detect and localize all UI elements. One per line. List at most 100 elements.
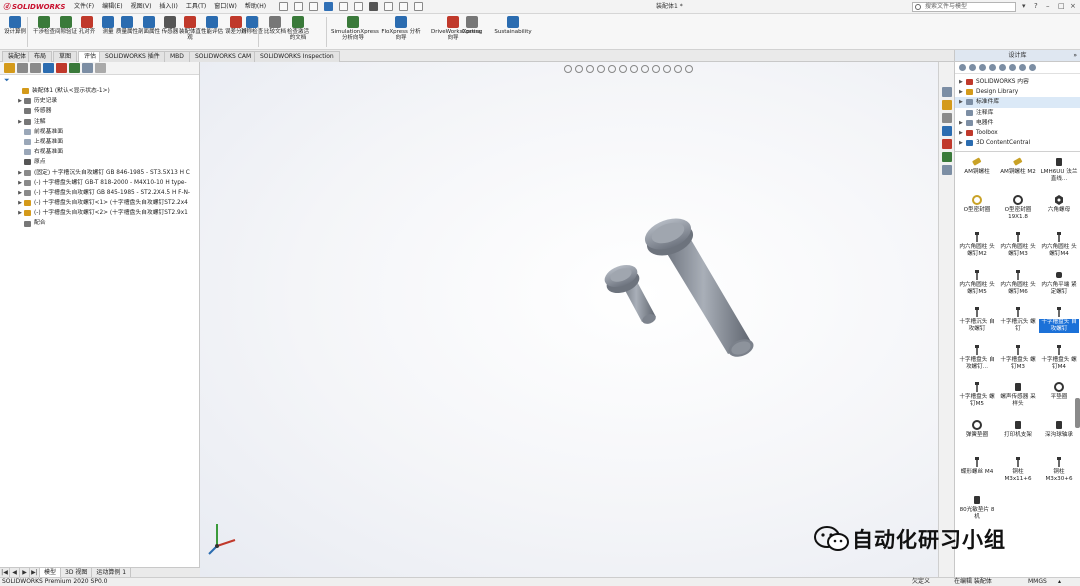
- tree-item[interactable]: 上视基准面: [0, 137, 199, 147]
- library-part-item[interactable]: 十字槽盘头 螺钉M3: [998, 344, 1038, 371]
- library-part-item[interactable]: 十字槽盘头 自攻螺钉: [1039, 306, 1079, 333]
- library-tree-item[interactable]: ▶ 3D ContentCentral: [955, 138, 1080, 148]
- tree-filter[interactable]: ⏷: [0, 75, 199, 86]
- configuration-manager-tab-icon[interactable]: [30, 63, 41, 73]
- library-tree-item[interactable]: ▶ SOLIDWORKS 内容: [955, 77, 1080, 87]
- add-to-library-icon[interactable]: [979, 64, 986, 71]
- cam-tab-icon[interactable]: [69, 63, 80, 73]
- expand-arrow-icon[interactable]: ▶: [16, 96, 24, 106]
- tab[interactable]: 草图: [53, 51, 78, 62]
- resources-tab-icon[interactable]: [942, 87, 952, 97]
- file-explorer-tab-icon[interactable]: [942, 113, 952, 123]
- tree-item[interactable]: 传感器: [0, 106, 199, 116]
- menu-item[interactable]: 编辑(E): [98, 0, 126, 14]
- options-gear-icon[interactable]: [414, 2, 424, 11]
- tab[interactable]: MBD: [164, 51, 190, 62]
- library-part-item[interactable]: 内六角圆柱 头螺钉M6: [998, 269, 1038, 296]
- library-part-item[interactable]: AM铜螺柱: [957, 156, 997, 176]
- expand-arrow-icon[interactable]: ▶: [16, 178, 24, 188]
- custom-properties-tab-icon[interactable]: [942, 152, 952, 162]
- library-part-item[interactable]: 平垫圈: [1039, 381, 1079, 401]
- add-file-location-icon[interactable]: [989, 64, 996, 71]
- command-button[interactable]: SimulationXpress 分析向导: [331, 16, 379, 41]
- display-manager-tab-icon[interactable]: [56, 63, 67, 73]
- expand-arrow-icon[interactable]: ▶: [16, 117, 24, 127]
- property-manager-tab-icon[interactable]: [17, 63, 28, 73]
- design-library-tab-icon[interactable]: [942, 100, 952, 110]
- rebuild-icon[interactable]: [384, 2, 394, 11]
- tree-item[interactable]: ▶ (-) 十字槽盘头螺钉 GB-T 818-2000 - M4X10-10 H …: [0, 178, 199, 188]
- tree-item[interactable]: 前视基准面: [0, 127, 199, 137]
- new-document-icon[interactable]: [294, 2, 304, 11]
- command-button[interactable]: Costing: [459, 16, 485, 35]
- dimxpert-tab-icon[interactable]: [43, 63, 54, 73]
- feature-tree-tab-icon[interactable]: [4, 63, 15, 73]
- library-part-item[interactable]: O型密封圈 19X1.8: [998, 194, 1038, 221]
- tree-item[interactable]: 配合: [0, 218, 199, 228]
- library-part-item[interactable]: 内六角圆柱 头螺钉M4: [1039, 231, 1079, 258]
- library-part-item[interactable]: 十字槽沉头 螺钉: [998, 306, 1038, 333]
- library-part-item[interactable]: 内六角平端 紧定螺钉: [1039, 269, 1079, 296]
- tree-item[interactable]: ▶ 历史记录: [0, 96, 199, 106]
- library-part-item[interactable]: 十字槽沉头 自攻螺钉: [957, 306, 997, 333]
- bottom-tab[interactable]: 运动算例 1: [92, 568, 132, 577]
- library-tree-item[interactable]: 注释库: [955, 108, 1080, 118]
- status-expand-icon[interactable]: ▴: [1058, 578, 1061, 586]
- library-part-item[interactable]: 深沟球轴承: [1039, 419, 1079, 439]
- pin-icon[interactable]: [1029, 64, 1036, 71]
- library-part-item[interactable]: 蝶形螺丝 M4: [957, 456, 997, 476]
- tab[interactable]: SOLIDWORKS 插件: [99, 51, 166, 62]
- expand-arrow-icon[interactable]: ▶: [16, 208, 24, 218]
- menu-item[interactable]: 文件(F): [70, 0, 98, 14]
- inspection-tab-icon[interactable]: [95, 63, 106, 73]
- create-folder-icon[interactable]: [999, 64, 1006, 71]
- library-part-item[interactable]: 铜柱 M3x30+6: [1039, 456, 1079, 483]
- print-icon[interactable]: [339, 2, 349, 11]
- tab[interactable]: SOLIDWORKS Inspection: [254, 51, 340, 62]
- panel-pin-icon[interactable]: »: [1073, 50, 1077, 62]
- search-input[interactable]: 搜索文件与模型: [912, 2, 1016, 12]
- open-icon[interactable]: [309, 2, 319, 11]
- expand-arrow-icon[interactable]: ▶: [959, 128, 966, 138]
- menu-item[interactable]: 视图(V): [127, 0, 156, 14]
- first-tab-icon[interactable]: |◀: [0, 568, 10, 577]
- home-icon[interactable]: [279, 2, 289, 11]
- library-part-item[interactable]: 80光敏垫片 8机: [957, 494, 997, 521]
- solidworks-logo[interactable]: ⓓ SOLIDWORKS: [0, 0, 70, 14]
- expand-arrow-icon[interactable]: ▶: [16, 168, 24, 178]
- search-options-icon[interactable]: ▾: [1022, 2, 1026, 10]
- library-part-item[interactable]: 十字槽盘头 螺钉M4: [1039, 344, 1079, 371]
- view-palette-tab-icon[interactable]: [942, 126, 952, 136]
- upload-icon[interactable]: [1019, 64, 1026, 71]
- tree-item[interactable]: ▶ (-) 十字槽盘头自攻螺钉<1> (十字槽盘头自攻螺钉ST2.2x4: [0, 198, 199, 208]
- tree-item[interactable]: ▶ (-) 十字槽盘头自攻螺钉 GB 845-1985 - ST2.2X4.5 H…: [0, 188, 199, 198]
- library-tree-item[interactable]: ▶ Toolbox: [955, 128, 1080, 138]
- library-part-item[interactable]: 十字槽盘头 自攻螺钉...: [957, 344, 997, 371]
- expand-arrow-icon[interactable]: ▶: [959, 138, 966, 148]
- save-icon[interactable]: [324, 2, 334, 11]
- restore-icon[interactable]: □: [1058, 2, 1065, 10]
- library-part-item[interactable]: LMH6UU 法兰直线...: [1039, 156, 1079, 183]
- menu-item[interactable]: 插入(I): [155, 0, 181, 14]
- tree-item[interactable]: 原点: [0, 157, 199, 167]
- library-tree-item[interactable]: ▶ 标准件库: [955, 97, 1080, 108]
- expand-arrow-icon[interactable]: ▶: [959, 97, 966, 107]
- library-part-item[interactable]: 内六角圆柱 头螺钉M2: [957, 231, 997, 258]
- library-part-item[interactable]: 十字槽盘头 螺钉M5: [957, 381, 997, 408]
- close-icon[interactable]: ×: [1070, 2, 1076, 10]
- tree-item[interactable]: 右视基准面: [0, 147, 199, 157]
- forward-icon[interactable]: [969, 64, 976, 71]
- library-part-item[interactable]: 螺声传感器 采样头: [998, 381, 1038, 408]
- bottom-tab[interactable]: 模型: [40, 568, 62, 577]
- small-screw-model[interactable]: [602, 261, 658, 326]
- menu-item[interactable]: 窗口(W): [210, 0, 241, 14]
- expand-arrow-icon[interactable]: ▶: [16, 188, 24, 198]
- library-part-item[interactable]: O型密封圈: [957, 194, 997, 214]
- back-icon[interactable]: [959, 64, 966, 71]
- library-part-item[interactable]: AM铜螺柱 M2: [998, 156, 1038, 176]
- library-part-item[interactable]: 内六角圆柱 头螺钉M5: [957, 269, 997, 296]
- tree-item[interactable]: 装配体1 (默认<显示状态-1>): [0, 86, 199, 96]
- tab[interactable]: 布局: [28, 51, 53, 62]
- library-part-item[interactable]: 六角螺母: [1039, 194, 1079, 214]
- tree-item[interactable]: ▶ 注解: [0, 117, 199, 127]
